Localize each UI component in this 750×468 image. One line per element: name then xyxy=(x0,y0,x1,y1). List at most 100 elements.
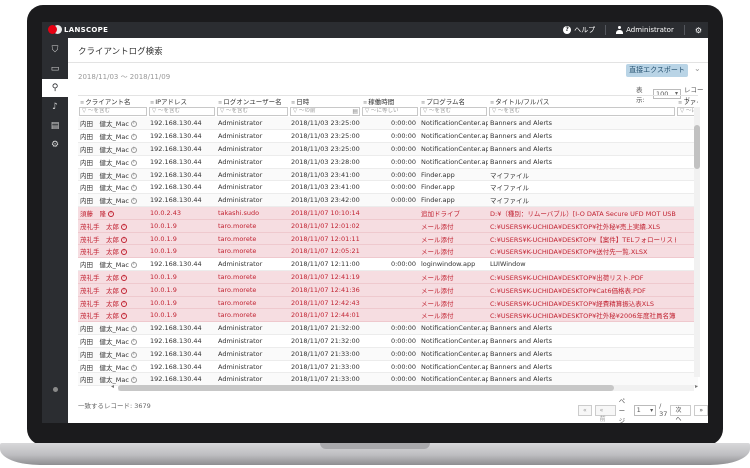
ip-address-cell-text: 192.168.130.44 xyxy=(150,183,202,192)
client-name-cell-text: 茂礼手 太郎 xyxy=(80,235,119,244)
sidebar-item-security[interactable]: ⛉ xyxy=(42,41,68,59)
column-filter-input[interactable]: ▽ ～を含む xyxy=(149,107,215,116)
table-row[interactable]: 内田 健太_Mac i 192.168.130.44 Administrator 201… xyxy=(78,360,698,374)
table-row[interactable]: 内田 健太_Mac i 192.168.130.44 Administrator 201… xyxy=(78,372,698,387)
info-icon[interactable]: i xyxy=(130,198,137,205)
column-filter-input[interactable]: ▽ ～を含む xyxy=(79,107,147,116)
table-row[interactable]: 内田 健太_Mac i 192.168.130.44 Administrator 201… xyxy=(78,334,698,348)
table-row[interactable]: 内田 健太_Mac i 192.168.130.44 Administrator 201… xyxy=(78,321,698,336)
column-header[interactable]: ≡日時 xyxy=(289,96,361,106)
help-link[interactable]: ? ヘルプ xyxy=(563,25,595,35)
info-icon[interactable]: i xyxy=(130,134,137,141)
table-row[interactable]: 茂礼手 太郎 i 10.0.1.9 taro.morete 2018/11/07 12:… xyxy=(78,296,698,310)
info-icon[interactable]: i xyxy=(130,146,137,153)
horizontal-scrollbar[interactable] xyxy=(118,385,694,391)
table-row[interactable]: 茂礼手 太郎 i 10.0.1.9 taro.morete 2018/11/07 12:… xyxy=(78,308,698,323)
info-icon[interactable]: i xyxy=(130,364,137,371)
table-row[interactable]: 内田 健太_Mac i 192.168.130.44 Administrator 201… xyxy=(78,129,698,144)
table-row[interactable]: 茂礼手 太郎 i 10.0.1.9 taro.morete 2018/11/07 12:… xyxy=(78,270,698,284)
column-header[interactable]: ≡稼働時間 xyxy=(361,96,419,106)
first-page-button[interactable]: « xyxy=(578,404,592,416)
info-icon[interactable]: i xyxy=(121,274,127,281)
table-row[interactable]: 内田 健太_Mac i 192.168.130.44 Administrator 201… xyxy=(78,155,698,169)
info-icon[interactable]: i xyxy=(121,287,127,294)
info-icon[interactable]: i xyxy=(130,262,137,269)
ip-address-cell: 10.0.1.9 xyxy=(148,244,216,259)
vertical-scroll-thumb[interactable] xyxy=(694,125,700,169)
chevron-down-icon[interactable]: ⌄ xyxy=(694,64,701,73)
column-filter-input[interactable]: ▽ ～に等しい xyxy=(362,107,418,116)
table-row[interactable]: 内田 健太_Mac i 192.168.130.44 Administrator 201… xyxy=(78,193,698,208)
info-icon[interactable]: i xyxy=(121,236,127,243)
logon-user-cell: Administrator xyxy=(216,321,289,336)
info-icon[interactable]: i xyxy=(130,159,137,166)
column-header[interactable]: ≡IPアドレス xyxy=(148,96,216,106)
uptime-cell: 0:00:00 xyxy=(361,155,419,169)
sidebar-item-reports[interactable]: ▤ xyxy=(42,117,68,135)
sidebar-item-search[interactable]: ⚲ xyxy=(42,79,68,97)
column-filter-input[interactable]: ▽ ～を含む xyxy=(489,107,675,116)
table-row[interactable]: 内田 健太_Mac i 192.168.130.44 Administrator 201… xyxy=(78,347,698,361)
ip-address-cell: 10.0.2.43 xyxy=(148,206,216,220)
info-icon[interactable]: i xyxy=(130,326,137,333)
column-header[interactable]: ≡プログラム名 xyxy=(419,96,488,106)
client-name-cell: 内田 健太_Mac i xyxy=(78,155,148,169)
page-number-input[interactable]: 1 xyxy=(633,404,657,416)
column-header[interactable]: ≡ファイル xyxy=(676,96,698,106)
column-filter-input[interactable]: ▽ ～の前 xyxy=(290,107,360,116)
vertical-scrollbar[interactable] xyxy=(694,107,700,377)
info-icon[interactable]: i xyxy=(130,377,137,384)
info-icon[interactable]: i xyxy=(108,210,114,217)
scroll-right-icon[interactable]: ▸ xyxy=(695,383,698,390)
logon-user-cell-text: Administrator xyxy=(218,362,263,371)
ip-address-cell-text: 10.0.1.9 xyxy=(150,285,177,294)
last-page-button[interactable]: » xyxy=(694,404,708,416)
column-header[interactable]: ≡タイトル/フルパス xyxy=(488,96,676,106)
horizontal-scroll-thumb[interactable] xyxy=(118,385,614,391)
ip-address-cell-text: 10.0.1.9 xyxy=(150,272,177,281)
sidebar-collapse-dot[interactable] xyxy=(53,387,58,392)
next-page-button[interactable]: 次へ » xyxy=(670,404,692,423)
column-filter-input[interactable]: ▽ ～を含む xyxy=(217,107,288,116)
info-icon[interactable]: i xyxy=(121,223,127,230)
table-row[interactable]: 茂礼手 太郎 i 10.0.1.9 taro.morete 2018/11/07 12:… xyxy=(78,219,698,233)
logon-user-cell: Administrator xyxy=(216,142,289,156)
export-button[interactable]: 直接エクスポート xyxy=(626,64,688,77)
info-icon[interactable]: i xyxy=(130,121,137,128)
user-menu[interactable]: Administrator xyxy=(616,26,674,34)
table-row[interactable]: 茂礼手 太郎 i 10.0.1.9 taro.morete 2018/11/07 12:… xyxy=(78,244,698,259)
sidebar-item-settings[interactable]: ⚙ xyxy=(42,136,68,154)
table-row[interactable]: 茂礼手 太郎 i 10.0.1.9 taro.morete 2018/11/07 12:… xyxy=(78,283,698,297)
client-name-cell: 茂礼手 太郎 i xyxy=(78,283,148,297)
sidebar-item-alerts[interactable]: ♪ xyxy=(42,98,68,116)
uptime-cell xyxy=(361,206,419,220)
settings-icon[interactable]: ⚙ xyxy=(695,26,702,35)
logon-user-cell-text: Administrator xyxy=(218,170,263,179)
table-row[interactable]: 内田 健太_Mac i 192.168.130.44 Administrator 201… xyxy=(78,180,698,195)
info-icon[interactable]: i xyxy=(130,185,137,192)
client-name-cell: 内田 健太_Mac i xyxy=(78,180,148,195)
brand-logo[interactable]: LANSCOPE xyxy=(48,25,108,34)
column-header[interactable]: ≡ログオンユーザー名 xyxy=(216,96,289,106)
info-icon[interactable]: i xyxy=(130,172,137,179)
info-icon[interactable]: i xyxy=(121,300,127,307)
prev-page-button[interactable]: « 前へ xyxy=(594,404,616,423)
sort-icon: ≡ xyxy=(363,100,368,106)
table-row[interactable]: 内田 健太_Mac i 192.168.130.44 Administrator 201… xyxy=(78,168,698,182)
column-filter-input[interactable]: ▽ ～を含む xyxy=(420,107,487,116)
sidebar-item-devices[interactable]: ▭ xyxy=(42,60,68,78)
logon-user-cell: Administrator xyxy=(216,360,289,374)
uptime-cell xyxy=(361,244,419,259)
table-row[interactable]: 須藤 隆 i 10.0.2.43 takashi.sudo 2018/11/07 10:… xyxy=(78,206,698,220)
column-header[interactable]: ≡クライアント名 xyxy=(78,96,148,106)
info-icon[interactable]: i xyxy=(121,313,127,320)
table-row[interactable]: 茂礼手 太郎 i 10.0.1.9 taro.morete 2018/11/07 12:… xyxy=(78,232,698,246)
table-row[interactable]: 内田 健太_Mac i 192.168.130.44 Administrator 201… xyxy=(78,117,698,131)
datetime-cell-text: 2018/11/07 12:11:00 xyxy=(291,260,360,269)
table-row[interactable]: 内田 健太_Mac i 192.168.130.44 Administrator 201… xyxy=(78,142,698,156)
info-icon[interactable]: i xyxy=(130,351,137,358)
info-icon[interactable]: i xyxy=(130,338,137,345)
info-icon[interactable]: i xyxy=(121,249,127,256)
scroll-left-icon[interactable]: ◂ xyxy=(111,383,114,390)
table-row[interactable]: 内田 健太_Mac i 192.168.130.44 Administrator 201… xyxy=(78,257,698,272)
